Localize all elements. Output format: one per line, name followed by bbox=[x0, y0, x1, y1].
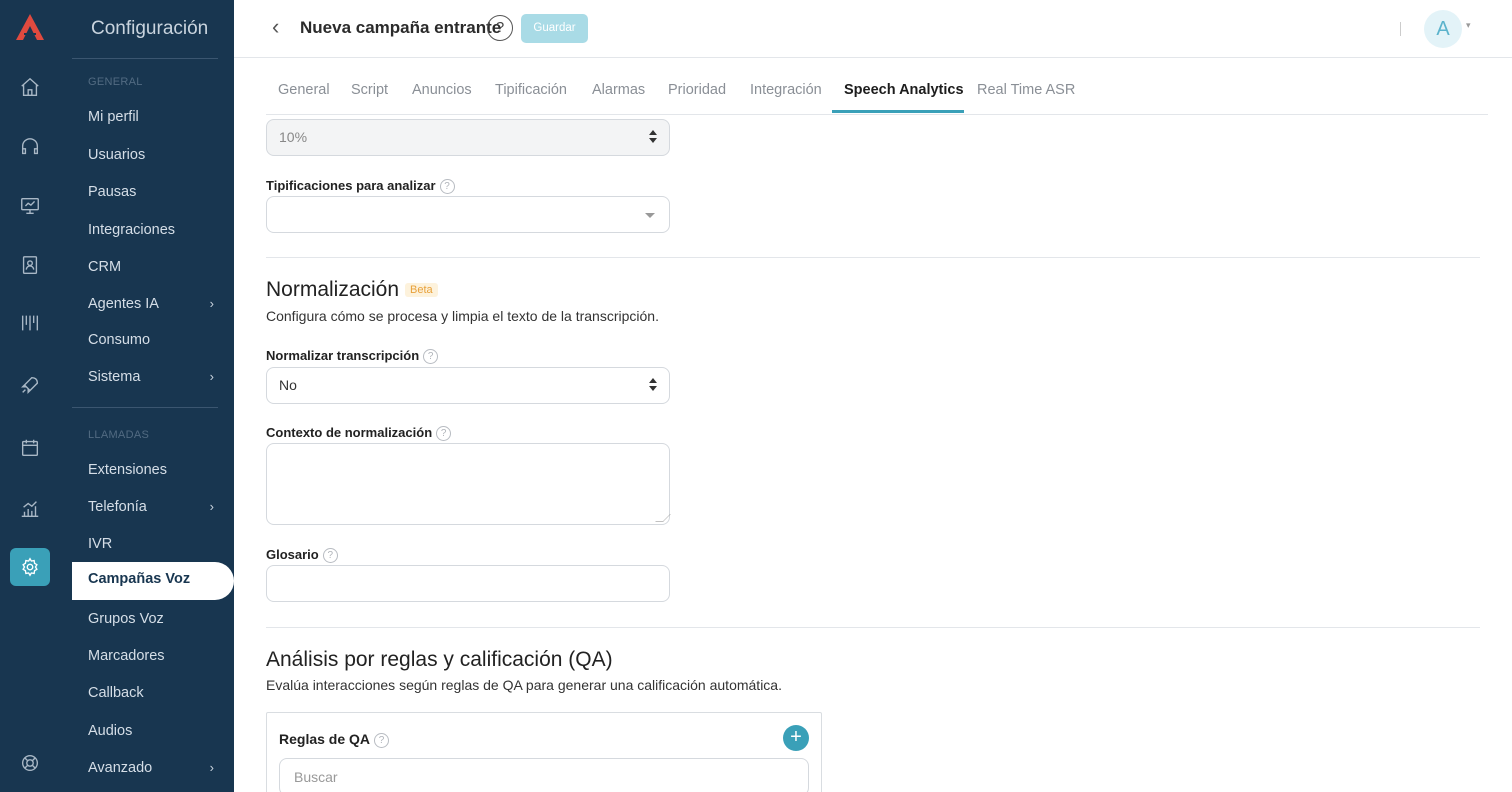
sidebar-item-integraciones[interactable]: Integraciones bbox=[88, 220, 218, 240]
home-icon[interactable] bbox=[18, 75, 42, 99]
qa-rules-label: Reglas de QA? bbox=[279, 731, 390, 748]
qa-rules-card: Reglas de QA? + Buscar bbox=[266, 712, 822, 792]
sidebar-item-audios[interactable]: Audios bbox=[88, 721, 218, 741]
tab-real-time-asr[interactable]: Real Time ASR bbox=[977, 82, 1075, 98]
help-icon[interactable]: ? bbox=[487, 15, 513, 41]
tab-anuncios[interactable]: Anuncios bbox=[412, 82, 472, 98]
kanban-icon[interactable] bbox=[18, 311, 42, 335]
context-textarea[interactable] bbox=[266, 443, 671, 525]
qa-title: Análisis por reglas y calificación (QA) bbox=[266, 648, 613, 671]
divider bbox=[266, 257, 1480, 258]
help-icon[interactable]: ? bbox=[436, 426, 452, 441]
back-arrow-icon[interactable]: ‹ bbox=[272, 16, 292, 40]
speech-analytics-form: 10% Tipificaciones para analizar? Normal… bbox=[266, 115, 1480, 792]
tab-script[interactable]: Script bbox=[351, 82, 388, 98]
contacts-icon[interactable] bbox=[18, 253, 42, 277]
normalize-label: Normalizar transcripción? bbox=[266, 348, 439, 364]
sidebar: Configuración GENERAL Mi perfil Usuarios… bbox=[60, 0, 234, 792]
reports-icon[interactable] bbox=[18, 497, 42, 521]
lifebuoy-icon[interactable] bbox=[18, 751, 42, 775]
select-arrows-icon bbox=[649, 130, 657, 144]
sidebar-title: Configuración bbox=[91, 18, 209, 39]
chevron-down-icon[interactable]: ▾ bbox=[1466, 20, 1471, 31]
normalize-value: No bbox=[279, 377, 297, 393]
tipificaciones-label: Tipificaciones para analizar? bbox=[266, 178, 455, 194]
rocket-icon[interactable] bbox=[18, 373, 42, 397]
section-llamadas: LLAMADAS bbox=[88, 429, 150, 441]
resize-handle-icon[interactable] bbox=[655, 514, 671, 522]
glossary-input[interactable] bbox=[266, 565, 670, 602]
sidebar-item-agentes-ia[interactable]: Agentes IA › bbox=[88, 294, 218, 314]
tab-general[interactable]: General bbox=[278, 82, 330, 98]
normalization-description: Configura cómo se procesa y limpia el te… bbox=[266, 308, 659, 324]
beta-badge: Beta bbox=[405, 283, 438, 297]
divider bbox=[72, 407, 218, 408]
sidebar-item-telefonia[interactable]: Telefonía › bbox=[88, 497, 218, 517]
sidebar-item-consumo[interactable]: Consumo bbox=[88, 330, 218, 350]
tab-integracion[interactable]: Integración bbox=[750, 82, 822, 98]
top-header: ‹ Nueva campaña entrante ? Guardar A ▾ bbox=[234, 0, 1512, 58]
sidebar-item-marcadores[interactable]: Marcadores bbox=[88, 646, 218, 666]
context-label: Contexto de normalización? bbox=[266, 425, 452, 441]
avatar[interactable]: A bbox=[1424, 10, 1462, 48]
tab-alarmas[interactable]: Alarmas bbox=[592, 82, 645, 98]
sidebar-item-grupos-voz[interactable]: Grupos Voz bbox=[88, 609, 218, 629]
chevron-right-icon: › bbox=[209, 369, 214, 384]
tab-prioridad[interactable]: Prioridad bbox=[668, 82, 726, 98]
sidebar-item-usuarios[interactable]: Usuarios bbox=[88, 145, 218, 165]
sidebar-item-sistema[interactable]: Sistema › bbox=[88, 367, 218, 387]
chevron-right-icon: › bbox=[209, 296, 214, 311]
percentage-select[interactable]: 10% bbox=[266, 119, 670, 156]
active-tab-indicator bbox=[832, 110, 964, 113]
search-input[interactable]: Buscar bbox=[279, 758, 809, 792]
sidebar-item-avanzado[interactable]: Avanzado › bbox=[88, 758, 218, 778]
sidebar-item-crm[interactable]: CRM bbox=[88, 257, 218, 277]
select-arrows-icon bbox=[649, 378, 657, 392]
monitor-icon[interactable] bbox=[18, 194, 42, 218]
chevron-right-icon: › bbox=[209, 760, 214, 775]
sidebar-item-mi-perfil[interactable]: Mi perfil bbox=[88, 107, 218, 127]
chevron-down-icon bbox=[645, 213, 655, 218]
sidebar-item-campanas-voz[interactable]: Campañas Voz bbox=[72, 562, 234, 600]
headset-icon[interactable] bbox=[18, 135, 42, 159]
help-icon[interactable]: ? bbox=[374, 733, 390, 748]
normalization-title: Normalización Beta bbox=[266, 278, 438, 302]
divider bbox=[72, 58, 218, 59]
brand-logo[interactable] bbox=[14, 12, 46, 42]
help-icon[interactable]: ? bbox=[322, 548, 338, 563]
sidebar-item-callback[interactable]: Callback bbox=[88, 683, 218, 703]
settings-icon[interactable] bbox=[10, 548, 50, 586]
sidebar-item-extensiones[interactable]: Extensiones bbox=[88, 460, 218, 480]
tipificaciones-select[interactable] bbox=[266, 196, 670, 233]
normalize-select[interactable]: No bbox=[266, 367, 670, 404]
save-button[interactable]: Guardar bbox=[521, 14, 588, 43]
percentage-value: 10% bbox=[279, 129, 308, 145]
sidebar-item-ivr[interactable]: IVR bbox=[88, 534, 218, 554]
section-general: GENERAL bbox=[88, 76, 143, 88]
page-title: Nueva campaña entrante bbox=[300, 18, 502, 37]
calendar-icon[interactable] bbox=[18, 436, 42, 460]
tab-tipificacion[interactable]: Tipificación bbox=[495, 82, 567, 98]
help-icon[interactable]: ? bbox=[439, 179, 455, 194]
chevron-right-icon: › bbox=[209, 499, 214, 514]
divider bbox=[1400, 22, 1401, 36]
tab-speech-analytics[interactable]: Speech Analytics bbox=[844, 82, 964, 98]
help-icon[interactable]: ? bbox=[423, 349, 439, 364]
icon-rail bbox=[0, 0, 60, 792]
sidebar-item-pausas[interactable]: Pausas bbox=[88, 182, 218, 202]
add-rule-button[interactable]: + bbox=[783, 725, 809, 751]
glossary-label: Glosario? bbox=[266, 547, 338, 563]
tab-bar: General Script Anuncios Tipificación Ala… bbox=[266, 58, 1488, 115]
divider bbox=[266, 627, 1480, 628]
qa-description: Evalúa interacciones según reglas de QA … bbox=[266, 677, 782, 693]
